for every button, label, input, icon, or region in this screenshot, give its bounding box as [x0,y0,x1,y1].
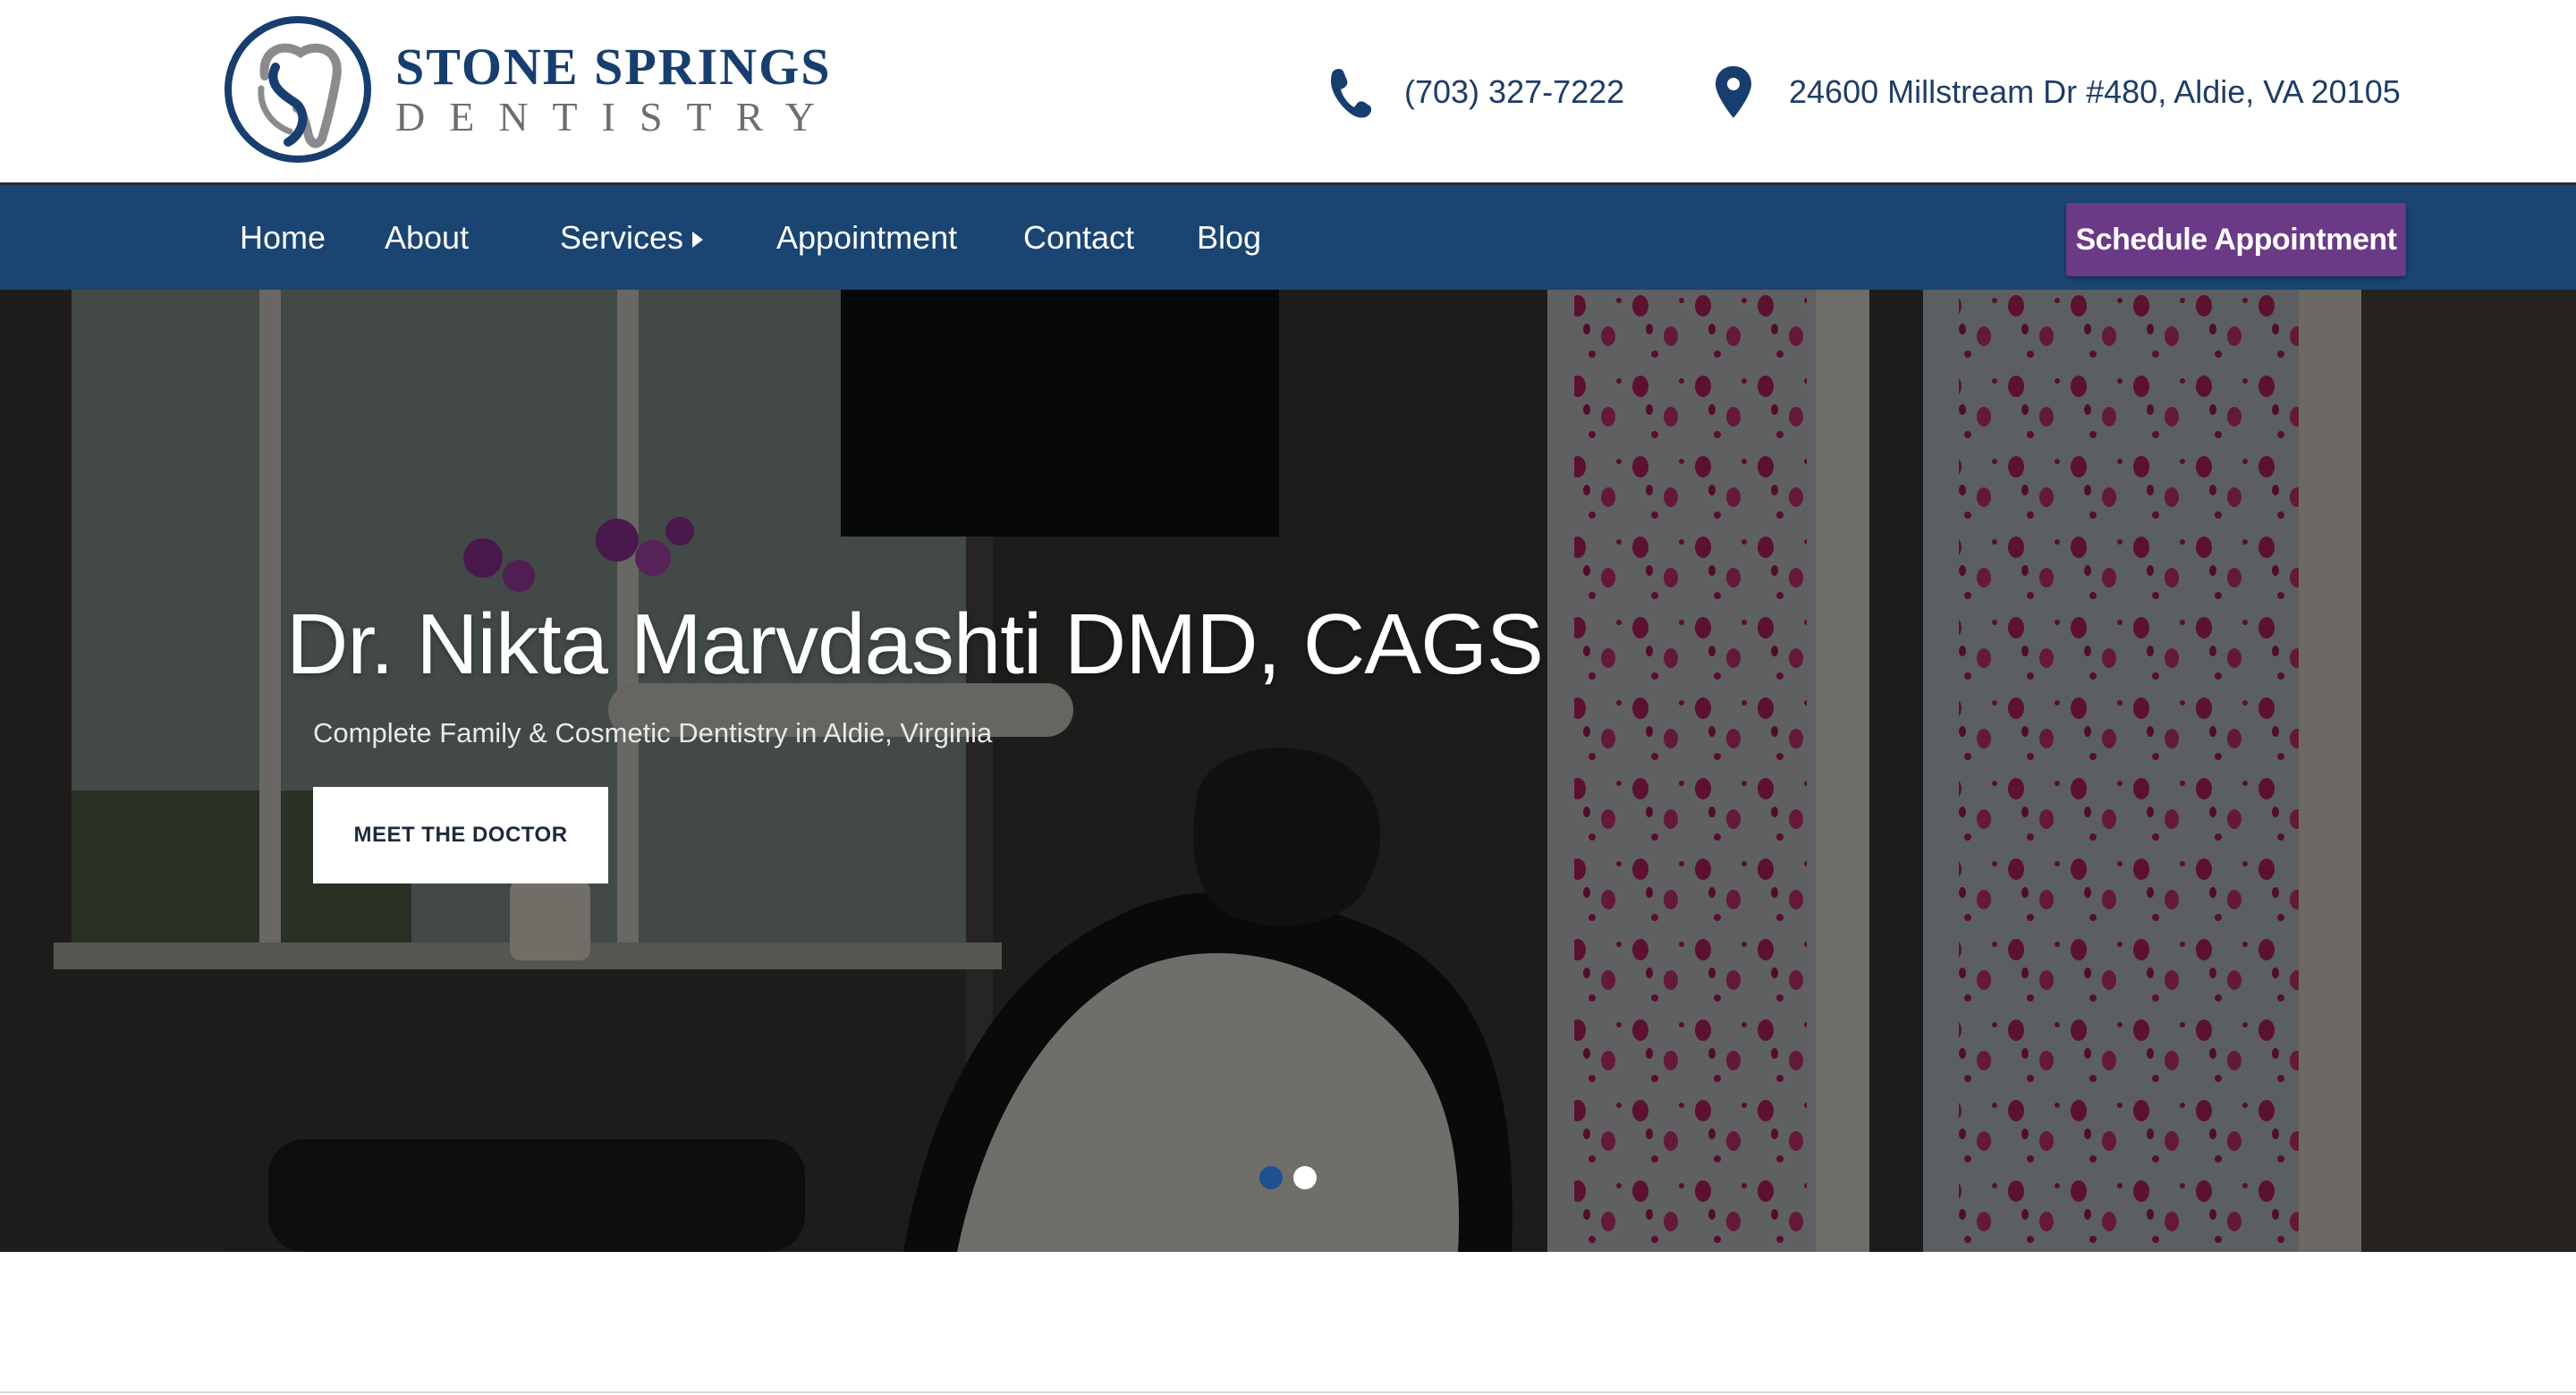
nav-about[interactable]: About [385,185,469,290]
logo-name-line2: DENTISTRY [395,94,839,140]
main-nav: Home About Services Appointment Contact … [0,182,2576,290]
map-pin-icon [1716,66,1751,118]
header-address-text: 24600 Millstream Dr #480, Aldie, VA 2010… [1789,73,2401,110]
logo-text: STONE SPRINGS DENTISTRY [395,41,839,138]
meet-the-doctor-button[interactable]: MEET THE DOCTOR [313,787,608,884]
header-phone-link[interactable]: (703) 327-7222 [1326,64,1624,120]
nav-services-label: Services [560,218,684,256]
hero-title: Dr. Nikta Marvdashti DMD, CAGS [286,596,1544,692]
site-header: STONE SPRINGS DENTISTRY (703) 327-7222 2… [0,0,2576,182]
header-address-link[interactable]: 24600 Millstream Dr #480, Aldie, VA 2010… [1710,64,2401,120]
slider-dot-2[interactable] [1293,1166,1317,1189]
nav-appointment[interactable]: Appointment [776,185,957,290]
hero-background-image [0,290,2576,1252]
nav-services[interactable]: Services [560,185,704,290]
hero-subtitle: Complete Family & Cosmetic Dentistry in … [313,717,993,748]
nav-home[interactable]: Home [240,185,326,290]
caret-right-icon [692,231,704,248]
section-divider [0,1391,2576,1393]
tooth-logo-icon [225,16,371,163]
slider-dot-1[interactable] [1259,1166,1283,1189]
logo-name-line1: STONE SPRINGS [395,38,832,96]
nav-contact[interactable]: Contact [1023,185,1134,290]
schedule-appointment-button[interactable]: Schedule Appointment [2066,203,2406,276]
hero-slider: Dr. Nikta Marvdashti DMD, CAGS Complete … [0,290,2576,1252]
header-phone-text: (703) 327-7222 [1404,73,1625,110]
site-logo[interactable]: STONE SPRINGS DENTISTRY [222,13,839,166]
nav-blog[interactable]: Blog [1197,185,1261,290]
phone-icon [1330,69,1372,118]
